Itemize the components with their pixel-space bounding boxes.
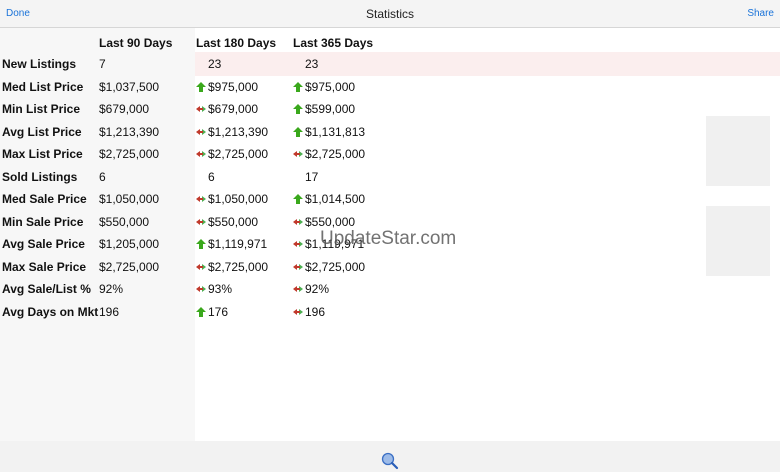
trend-flat-icon — [293, 286, 303, 293]
row-label: Sold Listings — [2, 169, 78, 184]
trend-flat-icon — [196, 128, 206, 135]
column-header-label — [0, 33, 99, 53]
background-tile — [706, 206, 770, 276]
row-label: Avg List Price — [2, 124, 82, 139]
value-180-days: $1,119,971 — [208, 237, 268, 252]
value-365-days: 23 — [305, 57, 319, 72]
row-label: New Listings — [2, 57, 77, 72]
value-365-days: $550,000 — [305, 214, 356, 229]
table-row: Max List Price $2,725,000 $2,725,000 $2,… — [0, 143, 393, 166]
share-button[interactable]: Share — [747, 8, 774, 19]
table-row: Sold Listings 6 6 17 — [0, 166, 393, 189]
value-180-days: $1,213,390 — [208, 124, 269, 139]
value-180-days: 93% — [208, 282, 233, 297]
value-180-days: $1,050,000 — [208, 192, 269, 207]
statistics-table: Last 90 Days Last 180 Days Last 365 Days… — [0, 33, 393, 323]
value-365-days: 17 — [305, 169, 319, 184]
trend-flat-icon — [293, 263, 303, 270]
row-label: Avg Sale/List % — [2, 282, 91, 297]
row-label: Avg Sale Price — [2, 237, 85, 252]
row-label: Med List Price — [2, 79, 84, 94]
value-180-days: 6 — [208, 169, 215, 184]
table-row: Avg Days on Mkt 196 176 196 — [0, 301, 393, 324]
value-180-days: 23 — [208, 57, 222, 72]
header-row: Last 90 Days Last 180 Days Last 365 Days — [0, 33, 393, 53]
value-90-days: 7 — [99, 57, 106, 72]
value-365-days: $1,014,500 — [305, 192, 366, 207]
value-90-days: $550,000 — [99, 214, 150, 229]
value-90-days: $679,000 — [99, 102, 150, 117]
trend-up-icon — [196, 81, 206, 92]
trend-flat-icon — [293, 151, 303, 158]
row-label: Max List Price — [2, 147, 83, 162]
value-90-days: $1,213,390 — [99, 124, 160, 139]
value-180-days: 176 — [208, 304, 229, 319]
table-row: New Listings 7 23 23 — [0, 53, 393, 76]
trend-flat-icon — [196, 218, 206, 225]
trend-up-icon — [293, 104, 303, 115]
trend-flat-icon — [196, 263, 206, 270]
value-365-days: 196 — [305, 304, 326, 319]
trend-up-icon — [293, 81, 303, 92]
value-365-days: $975,000 — [305, 79, 356, 94]
trend-flat-icon — [196, 106, 206, 113]
trend-flat-icon — [293, 308, 303, 315]
row-label: Max Sale Price — [2, 259, 87, 274]
value-90-days: $2,725,000 — [99, 147, 160, 162]
nav-bar: Done Statistics Share — [0, 0, 780, 28]
table-row: Med List Price $1,037,500 $975,000 $975,… — [0, 76, 393, 99]
value-365-days: $2,725,000 — [305, 259, 366, 274]
value-90-days: $2,725,000 — [99, 259, 160, 274]
table-row: Avg List Price $1,213,390 $1,213,390 $1,… — [0, 121, 393, 144]
row-label: Avg Days on Mkt — [2, 304, 99, 319]
trend-up-icon — [293, 194, 303, 205]
row-label: Med Sale Price — [2, 192, 87, 207]
search-icon[interactable] — [380, 452, 400, 470]
value-180-days: $679,000 — [208, 102, 259, 117]
column-header-180: Last 180 Days — [196, 36, 277, 50]
value-90-days: $1,037,500 — [99, 79, 160, 94]
value-90-days: 196 — [99, 304, 120, 319]
trend-flat-icon — [196, 196, 206, 203]
value-90-days: 6 — [99, 169, 106, 184]
value-365-days: $599,000 — [305, 102, 356, 117]
trend-up-icon — [196, 306, 206, 317]
table-row: Min List Price $679,000 $679,000 $599,00… — [0, 98, 393, 121]
column-header-90: Last 90 Days — [99, 36, 173, 50]
value-90-days: $1,050,000 — [99, 192, 160, 207]
trend-flat-icon — [196, 286, 206, 293]
page-title: Statistics — [365, 7, 414, 21]
value-180-days: $2,725,000 — [208, 147, 269, 162]
value-90-days: $1,205,000 — [99, 237, 160, 252]
trend-up-icon — [196, 239, 206, 250]
row-label: Min Sale Price — [2, 214, 84, 229]
table-row: Max Sale Price $2,725,000 $2,725,000 $2,… — [0, 256, 393, 279]
value-180-days: $550,000 — [208, 214, 259, 229]
trend-up-icon — [293, 126, 303, 137]
table-row: Avg Sale/List % 92% 93% 92% — [0, 278, 393, 301]
value-180-days: $975,000 — [208, 79, 259, 94]
trend-flat-icon — [293, 241, 303, 248]
background-tile — [706, 116, 770, 186]
value-365-days: 92% — [305, 282, 330, 297]
value-365-days: $2,725,000 — [305, 147, 366, 162]
trend-flat-icon — [196, 151, 206, 158]
row-label: Min List Price — [2, 102, 81, 117]
value-365-days: $1,131,813 — [305, 124, 366, 139]
watermark: UpdateStar.com — [320, 228, 457, 249]
value-90-days: 92% — [99, 282, 124, 297]
trend-flat-icon — [293, 218, 303, 225]
value-180-days: $2,725,000 — [208, 259, 269, 274]
column-header-365: Last 365 Days — [293, 36, 374, 50]
table-row: Med Sale Price $1,050,000 $1,050,000 $1,… — [0, 188, 393, 211]
